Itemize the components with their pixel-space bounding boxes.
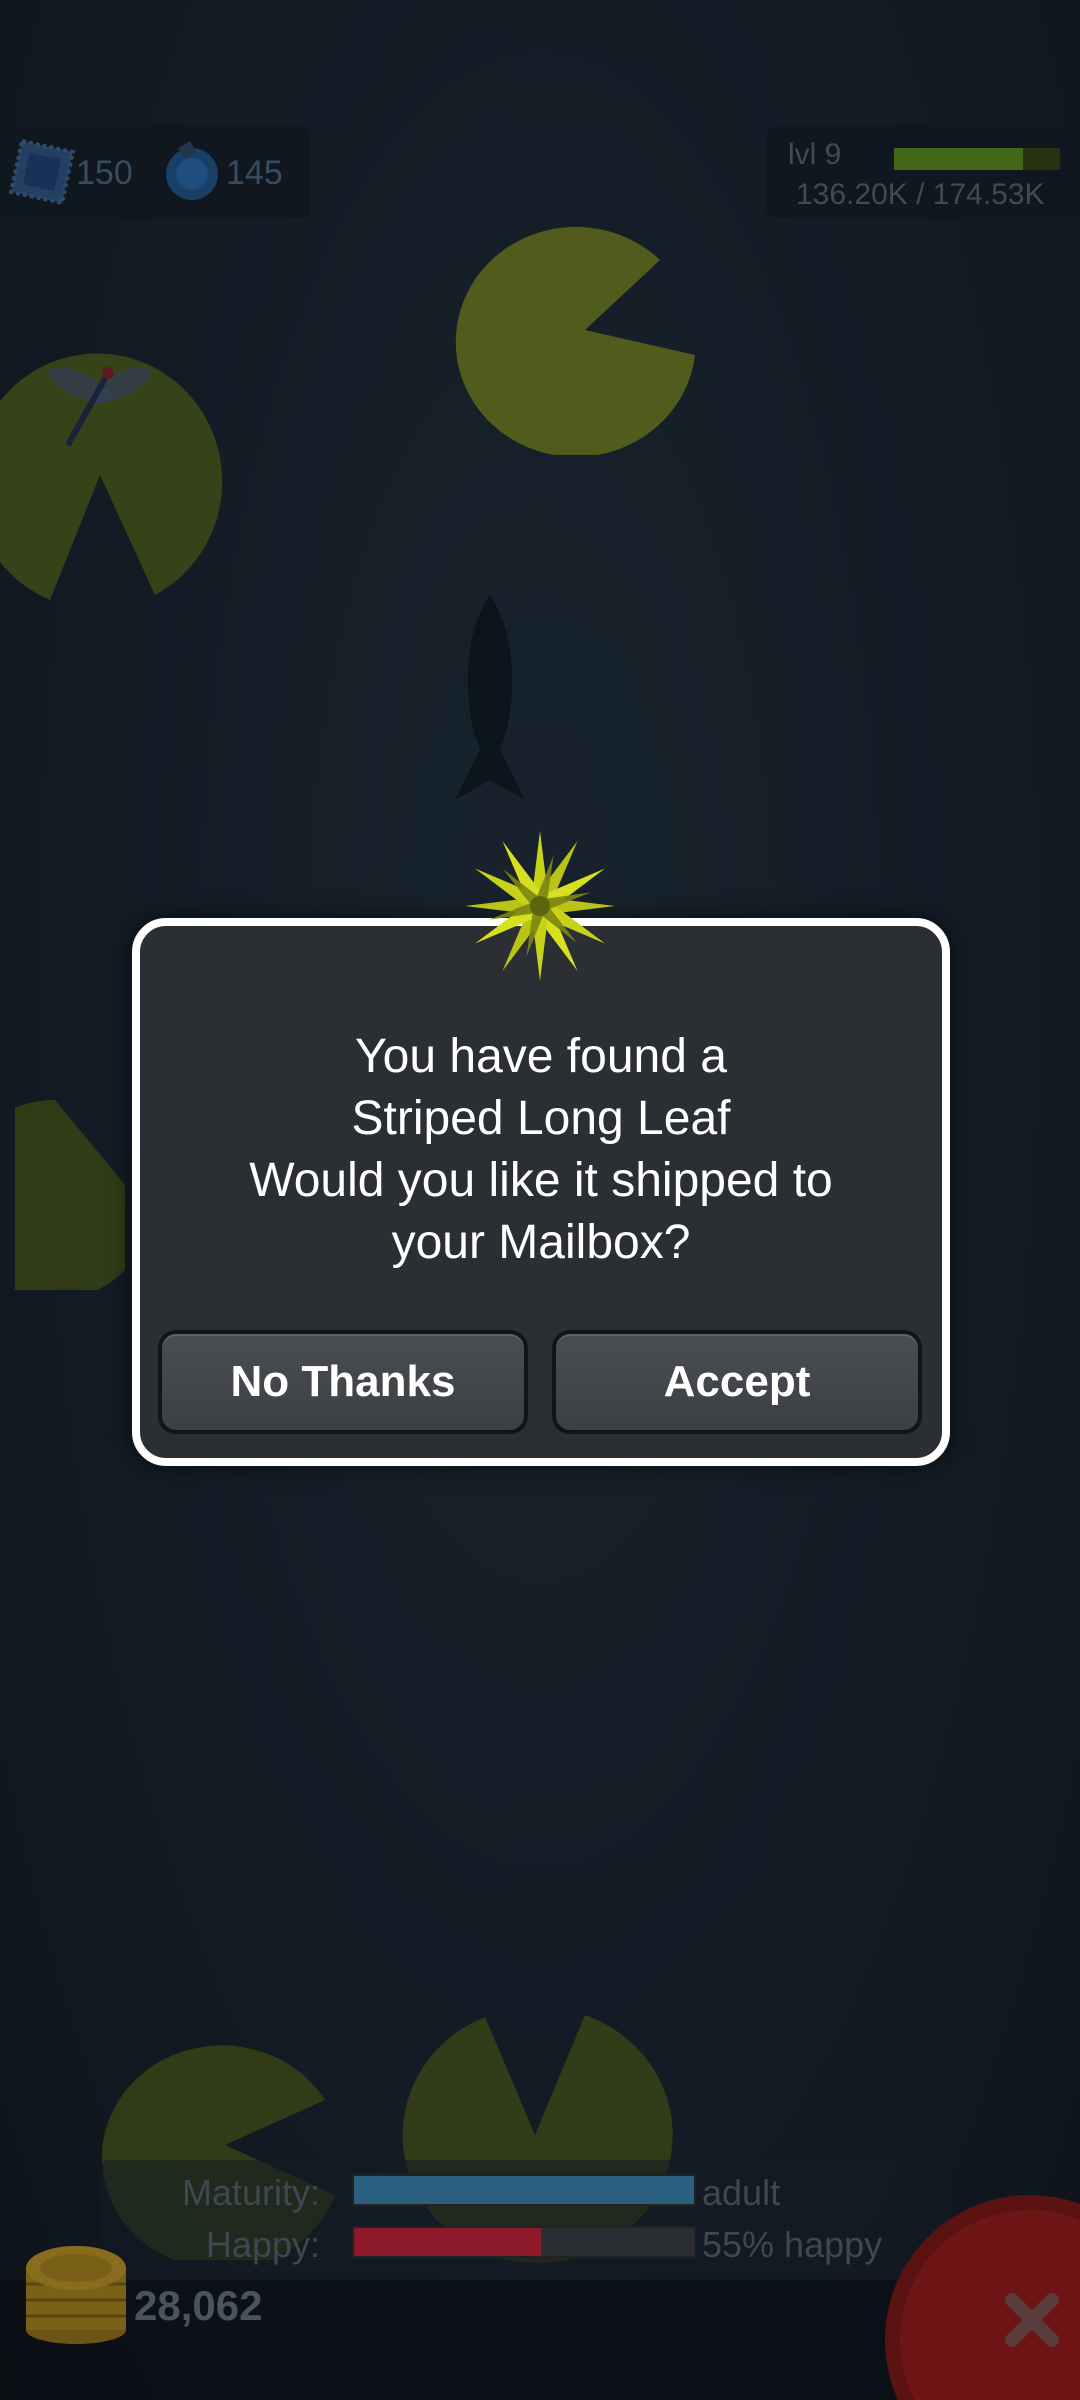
- happy-value: 55% happy: [702, 2224, 883, 2265]
- dialog-line: Striped Long Leaf: [351, 1092, 731, 1145]
- coin-count: 28,062: [134, 2282, 263, 2329]
- coin-stack-icon: [20, 2218, 132, 2353]
- dialog-line: Would you like it shipped to: [249, 1154, 833, 1207]
- dialog-line: You have found a: [355, 1030, 727, 1083]
- found-item-dialog: You have found a Striped Long Leaf Would…: [132, 918, 950, 1466]
- happy-bar-fill: [354, 2228, 541, 2256]
- no-thanks-button[interactable]: No Thanks: [158, 1330, 528, 1434]
- dialog-message: You have found a Striped Long Leaf Would…: [140, 1026, 942, 1274]
- striped-long-leaf-icon: [462, 828, 618, 989]
- maturity-bar: [352, 2174, 696, 2206]
- close-menu-button[interactable]: [880, 2190, 1080, 2400]
- maturity-value: adult: [702, 2172, 781, 2213]
- accept-button[interactable]: Accept: [552, 1330, 922, 1434]
- happy-bar: [352, 2226, 696, 2258]
- happy-label: Happy:: [205, 2224, 320, 2265]
- dialog-line: your Mailbox?: [391, 1216, 691, 1269]
- maturity-label: Maturity:: [181, 2172, 320, 2213]
- maturity-bar-fill: [354, 2176, 694, 2204]
- fish-stats-panel: Maturity: adult Happy: 55% happy: [100, 2160, 950, 2278]
